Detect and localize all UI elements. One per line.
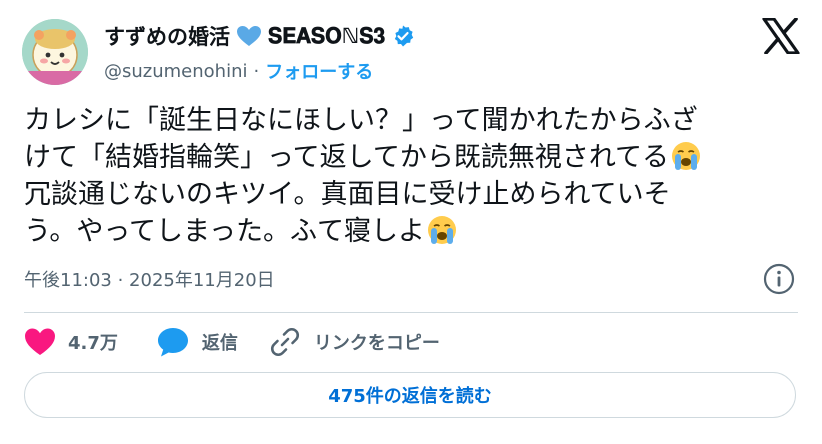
separator-dot: · — [253, 60, 260, 82]
tweet-line-2: けて「結婚指輪笑」って返してから既読無視されてる — [24, 139, 804, 176]
tweet-line-1: カレシに「誕生日なにほしい？」って聞かれたからふざ — [24, 105, 698, 136]
link-icon — [270, 328, 299, 356]
x-logo-icon[interactable] — [762, 18, 800, 54]
tweet-timestamp[interactable]: 午後11:03 · 2025年11月20日 — [24, 264, 275, 294]
follow-button[interactable]: フォローする — [265, 58, 373, 84]
crying-face-emoji-icon — [427, 216, 456, 244]
author-name-suffix: 𝐒𝐄𝐀𝐒𝐎ℕ𝐒𝟑 — [268, 23, 386, 48]
divider — [24, 312, 798, 313]
avatar[interactable] — [22, 19, 88, 85]
info-icon[interactable] — [762, 262, 796, 296]
heart-icon — [25, 328, 55, 355]
tweet-text: カレシに「誕生日なにほしい？」って聞かれたからふざ けて「結婚指輪笑」って返して… — [24, 102, 804, 250]
copy-link-label: リンクをコピー — [313, 333, 440, 354]
copy-link-button[interactable]: リンクをコピー — [268, 325, 440, 359]
author-handle[interactable]: @suzumenohini — [104, 61, 248, 82]
action-bar: 4.7万 返信 リンクをコピー — [24, 322, 440, 362]
author-display-name[interactable]: すずめの婚活 — [104, 21, 230, 51]
crying-face-emoji-icon — [672, 142, 701, 170]
like-button[interactable]: 4.7万 — [24, 327, 118, 357]
tweet-line-3: 冗談通じないのキツイ。真面目に受け止められていそ — [24, 179, 671, 210]
reply-label: 返信 — [201, 333, 238, 354]
blue-heart-icon — [237, 26, 261, 46]
tweet-line-4: う。やってしまった。ふて寝しよ — [24, 213, 804, 250]
read-replies-button[interactable]: 475件の返信を読む — [24, 372, 796, 418]
author-handle-row: @suzumenohini · フォローする — [104, 56, 373, 86]
author-name-row[interactable]: すずめの婚活 𝐒𝐄𝐀𝐒𝐎ℕ𝐒𝟑 — [104, 19, 415, 53]
reply-button[interactable]: 返信 — [156, 326, 238, 358]
like-count: 4.7万 — [68, 333, 118, 354]
reply-bubble-icon — [157, 328, 188, 357]
verified-badge-icon — [391, 24, 415, 48]
avatar-illustration — [22, 19, 88, 85]
